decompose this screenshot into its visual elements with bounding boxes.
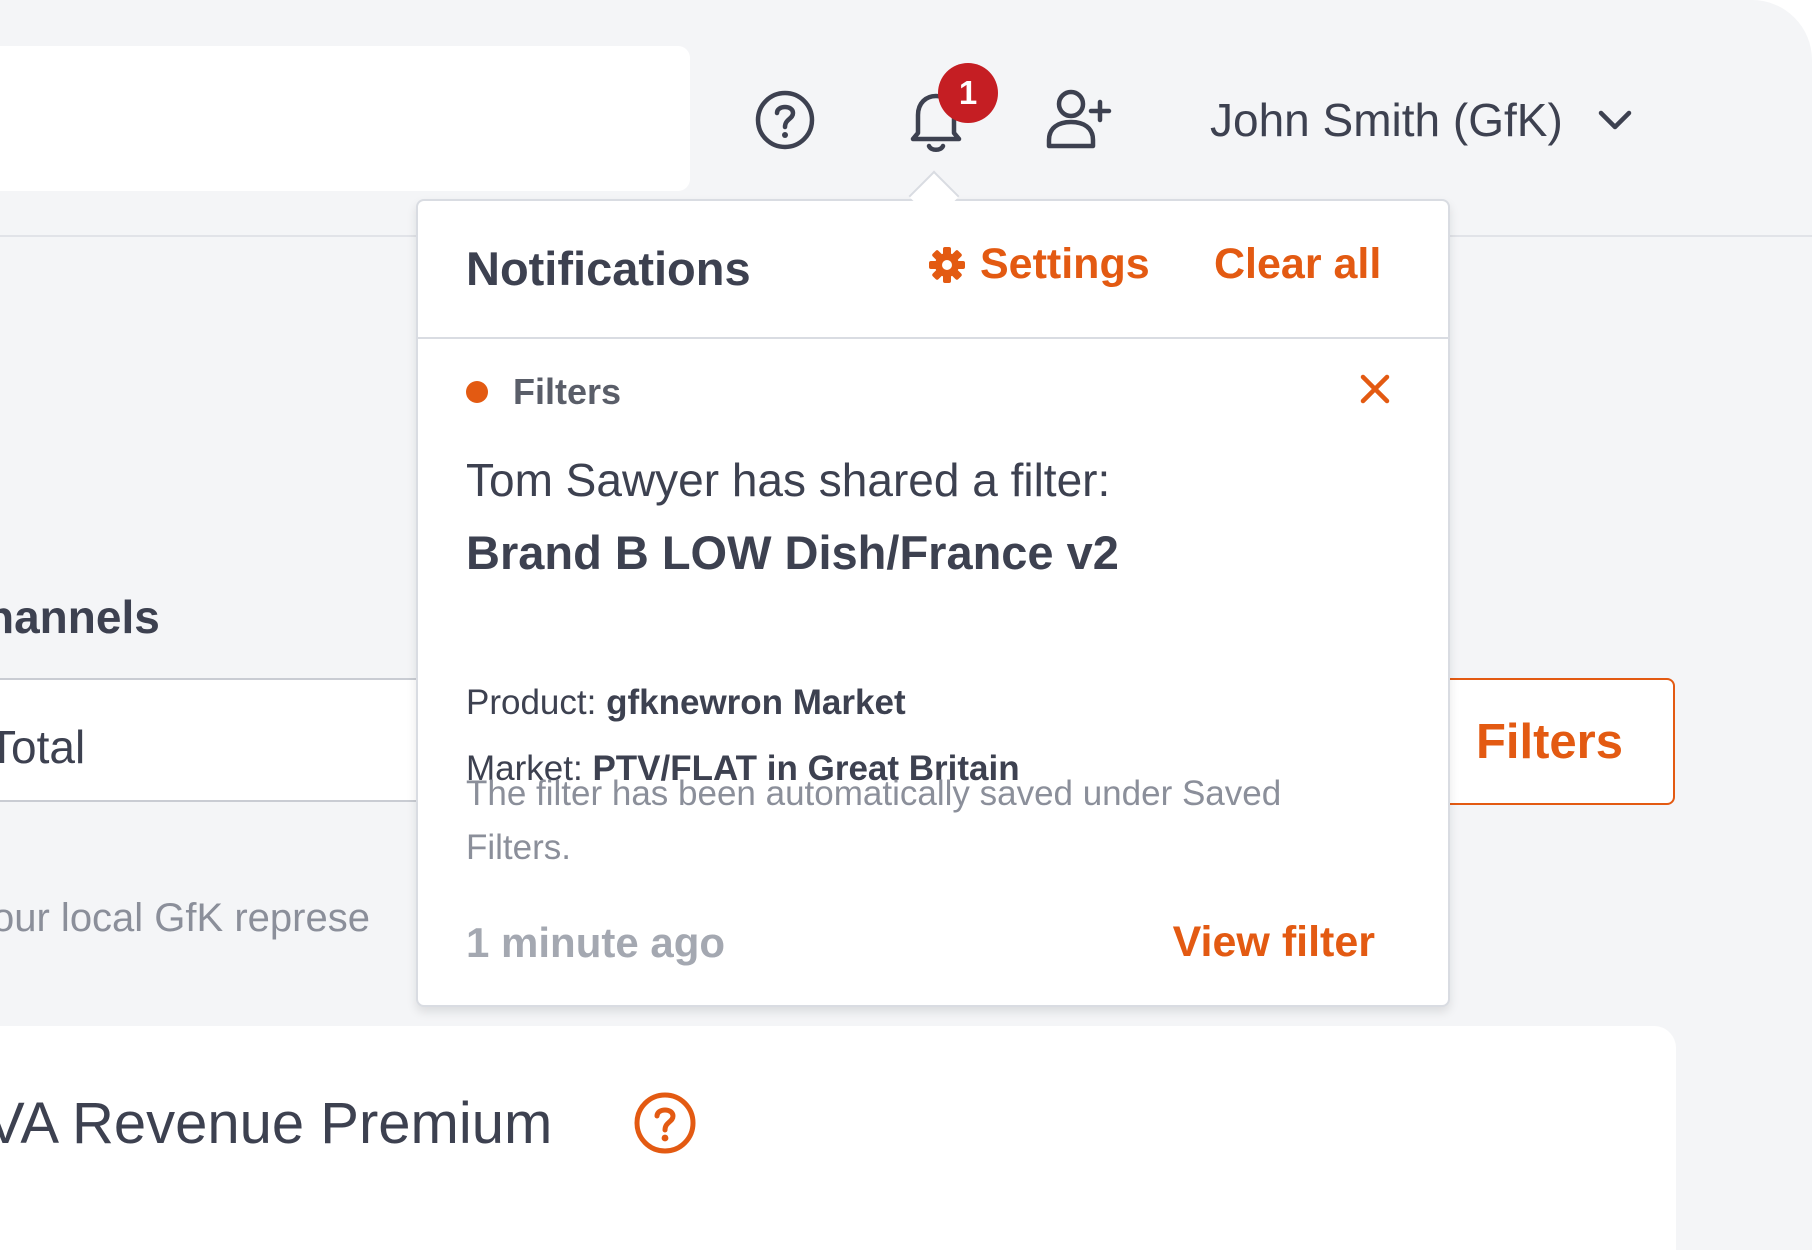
invite-user-button[interactable]	[1040, 84, 1120, 156]
help-circle-icon	[634, 1092, 696, 1154]
clear-all-link[interactable]: Clear all	[1214, 240, 1381, 289]
settings-label: Settings	[980, 240, 1150, 288]
settings-link[interactable]: Settings	[928, 240, 1150, 289]
notifications-popover: Notifications Settings Clear all Filters…	[416, 199, 1450, 1007]
app-window: 1 John Smith (GfK) hannels Total Filters…	[0, 0, 1812, 1250]
popover-title: Notifications	[466, 242, 751, 295]
channels-select-value: Total	[0, 721, 86, 773]
chevron-down-icon	[1598, 110, 1632, 130]
close-icon	[1360, 374, 1390, 404]
user-name: John Smith (GfK)	[1210, 94, 1563, 146]
product-value: gfknewron Market	[606, 683, 906, 722]
help-button[interactable]	[750, 85, 820, 155]
filters-button[interactable]: Filters	[1420, 678, 1675, 805]
gear-icon	[929, 246, 965, 283]
user-menu[interactable]: John Smith (GfK)	[1210, 82, 1633, 158]
search-field[interactable]	[0, 46, 690, 191]
category-label: Filters	[513, 371, 622, 412]
revenue-help-button[interactable]	[632, 1090, 698, 1156]
notification-category: Filters	[466, 371, 621, 413]
product-label: Product:	[466, 683, 597, 722]
product-detail: Product: gfknewron Market	[466, 683, 906, 723]
notification-count-badge: 1	[938, 63, 998, 123]
shared-filter-name: Brand B LOW Dish/France v2	[466, 526, 1119, 579]
channels-label: hannels	[0, 591, 160, 643]
local-representative-text: our local GfK represe	[0, 896, 370, 940]
notification-note: The filter has been automatically saved …	[466, 774, 1282, 867]
dismiss-notification-button[interactable]	[1358, 372, 1392, 406]
add-user-icon	[1046, 89, 1112, 149]
popover-header: Notifications Settings Clear all	[418, 201, 1448, 339]
revenue-title: VA Revenue Premium	[0, 1091, 553, 1156]
notification-message: Tom Sawyer has shared a filter:	[466, 454, 1111, 506]
help-circle-icon	[755, 90, 815, 150]
unread-dot	[466, 381, 488, 403]
notification-timestamp: 1 minute ago	[466, 919, 726, 966]
view-filter-link[interactable]: View filter	[1173, 918, 1375, 967]
